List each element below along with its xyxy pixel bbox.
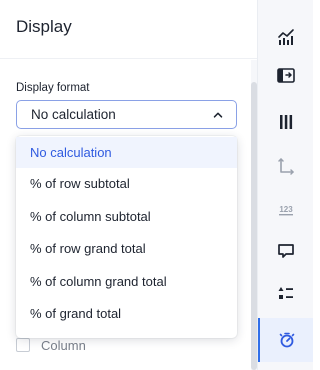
menu-item-pct-grand-total[interactable]: % of grand total [16,298,237,331]
axes-icon [277,158,294,175]
menu-item-pct-row-grand-total[interactable]: % of row grand total [16,233,237,266]
display-format-label: Display format [16,82,90,94]
pivot-icon [276,68,295,83]
display-format-select[interactable]: No calculation [16,100,237,129]
display-settings-icon [279,332,294,348]
display-settings-button[interactable] [258,318,313,362]
list-settings-button[interactable] [258,272,313,316]
divider [0,58,257,59]
columns-icon [279,115,292,129]
svg-text:123: 123 [279,205,293,214]
menu-item-pct-column-grand-total[interactable]: % of column grand total [16,266,237,299]
column-checkbox[interactable] [16,338,30,352]
comment-icon [277,244,294,258]
chart-icon [277,29,294,45]
pivot-button[interactable] [258,53,313,97]
comment-button[interactable] [258,229,313,273]
menu-item-pct-column-subtotal[interactable]: % of column subtotal [16,201,237,234]
number-format-icon: 123 [278,205,293,216]
column-option-row[interactable]: Column [16,336,86,354]
number-format-button[interactable]: 123 [258,188,313,232]
app: Display Display format No calculation Co… [0,0,313,370]
scrollbar-thumb[interactable] [251,82,257,370]
menu-item-no-calculation[interactable]: No calculation [16,137,237,168]
list-settings-icon [278,287,293,299]
icon-rail: 123 [258,0,313,370]
axes-button[interactable] [258,144,313,188]
menu-item-pct-row-subtotal[interactable]: % of row subtotal [16,168,237,201]
columns-button[interactable] [258,100,313,144]
display-format-value: No calculation [31,107,116,122]
display-settings-panel: Display Display format No calculation Co… [0,0,258,370]
column-checkbox-label: Column [41,337,86,353]
panel-title: Display [16,17,72,36]
display-format-menu: No calculation % of row subtotal % of co… [16,136,237,338]
chevron-up-icon [213,112,223,118]
